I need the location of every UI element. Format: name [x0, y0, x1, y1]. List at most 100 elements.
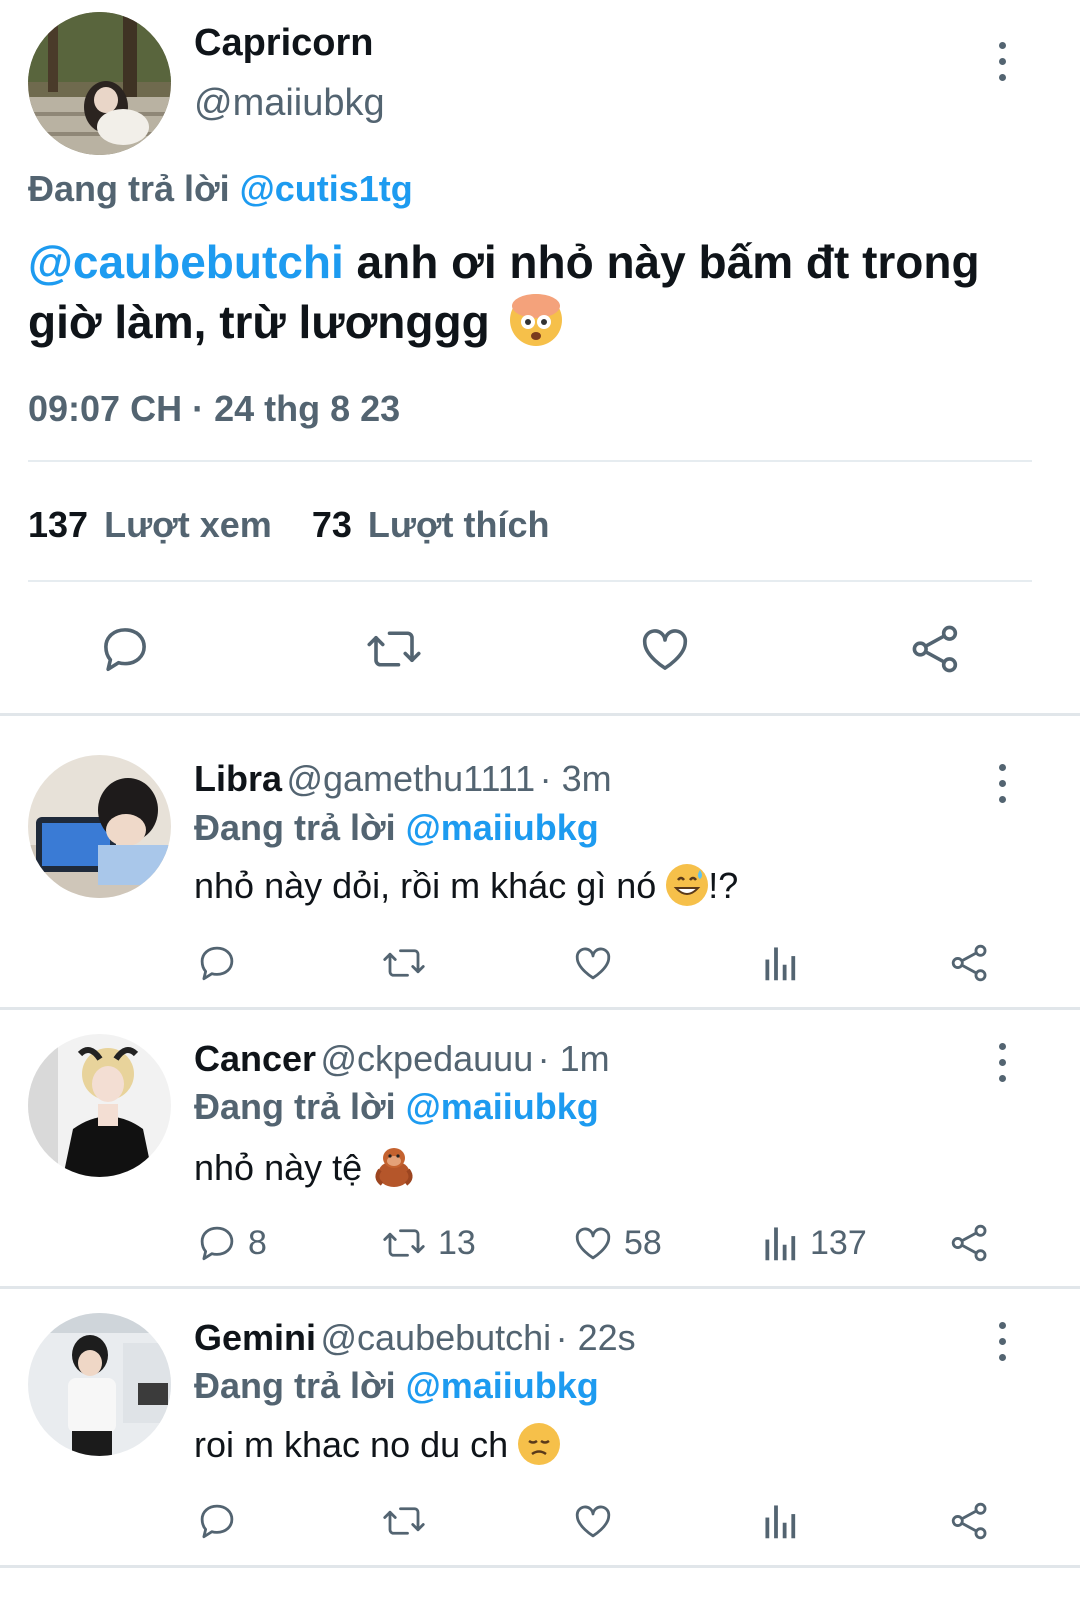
mention-link[interactable]: @caubebutchi: [28, 236, 344, 288]
replying-to-line: Đang trả lời @maiiubkg: [194, 807, 599, 849]
disappointed-face-emoji-icon: [518, 1423, 561, 1465]
share-icon: [951, 1502, 987, 1540]
reply-display-name[interactable]: Cancer: [194, 1038, 316, 1079]
reply-button[interactable]: 8: [196, 1222, 267, 1264]
reply-text: roi m khac no du ch: [194, 1423, 561, 1466]
more-options-icon[interactable]: [996, 1322, 1008, 1361]
like-count: 58: [624, 1223, 662, 1262]
replying-to-prefix: Đang trả lời: [194, 807, 396, 848]
retweet-count: 13: [438, 1223, 476, 1262]
section-divider: [0, 713, 1080, 716]
grinning-sweat-emoji-icon: [666, 864, 709, 906]
more-options-icon[interactable]: [996, 764, 1008, 803]
bar-chart-icon: [765, 1505, 796, 1539]
main-handle[interactable]: @maiiubkg: [194, 82, 385, 125]
retweet-button[interactable]: [380, 942, 438, 984]
views-button[interactable]: [762, 1500, 810, 1542]
views-count: 137: [28, 504, 89, 545]
likes-count[interactable]: 73: [312, 504, 352, 545]
likes-label[interactable]: Lượt thích: [368, 504, 550, 545]
speech-bubble-icon: [200, 1504, 234, 1539]
retweet-icon: [367, 631, 421, 667]
retweet-icon: [383, 949, 425, 977]
section-divider: [0, 1007, 1080, 1010]
heart-icon: [575, 1227, 611, 1260]
retweet-icon: [383, 1229, 425, 1257]
share-button[interactable]: [948, 942, 992, 984]
replying-to-line: Đang trả lời @maiiubkg: [194, 1365, 599, 1407]
reply-display-name[interactable]: Gemini: [194, 1317, 316, 1358]
reply-text: nhỏ này dỏi, rồi m khác gì nó !?: [194, 864, 738, 907]
more-options-icon[interactable]: [996, 1043, 1008, 1082]
reply-handle[interactable]: @ckpedauuu: [321, 1038, 534, 1079]
like-button[interactable]: [572, 1500, 624, 1542]
retweet-button[interactable]: [380, 1500, 438, 1542]
main-avatar[interactable]: [28, 12, 171, 155]
divider: [28, 580, 1032, 582]
share-button[interactable]: [948, 1222, 992, 1264]
main-tweet-text: @caubebutchi anh ơi nhỏ này bấm đt trong…: [28, 232, 1038, 352]
exploding-head-emoji-icon: [510, 294, 563, 346]
reply-header: Cancer @ckpedauuu · 1m: [194, 1038, 610, 1080]
views-button[interactable]: 137: [762, 1222, 867, 1264]
bar-chart-icon: [765, 947, 796, 981]
reply-time: · 22s: [555, 1317, 636, 1358]
reply-body-suffix: !?: [708, 865, 739, 906]
share-icon: [951, 944, 987, 982]
reply-text: nhỏ này tệ: [194, 1144, 416, 1197]
section-divider: [0, 1565, 1080, 1568]
bar-chart-icon: [765, 1227, 796, 1261]
speech-bubble-icon: [200, 946, 234, 981]
reply-body: nhỏ này tệ: [194, 1147, 373, 1188]
replying-to-prefix: Đang trả lời: [28, 168, 230, 209]
views-count: 137: [810, 1223, 867, 1262]
replying-to-line: Đang trả lời @cutis1tg: [28, 168, 413, 210]
reply-body: roi m khac no du ch: [194, 1424, 519, 1465]
share-icon: [951, 1224, 987, 1262]
share-button[interactable]: [908, 622, 964, 681]
like-button[interactable]: [638, 622, 692, 681]
reply-button[interactable]: [196, 942, 248, 984]
reply-handle[interactable]: @gamethu1111: [286, 758, 535, 799]
replying-to-prefix: Đang trả lời: [194, 1086, 396, 1127]
replying-to-prefix: Đang trả lời: [194, 1365, 396, 1406]
replying-to-link[interactable]: @maiiubkg: [406, 1086, 599, 1127]
reply-header: Libra @gamethu1111 · 3m: [194, 758, 612, 800]
reply-body: nhỏ này dỏi, rồi m khác gì nó: [194, 865, 667, 906]
replying-to-link[interactable]: @maiiubkg: [406, 807, 599, 848]
heart-icon: [642, 629, 688, 670]
section-divider: [0, 1286, 1080, 1289]
main-display-name[interactable]: Capricorn: [194, 22, 373, 65]
views-label: Lượt xem: [104, 504, 272, 545]
retweet-icon: [383, 1507, 425, 1535]
reply-button[interactable]: [98, 622, 152, 681]
reply-display-name[interactable]: Libra: [194, 758, 282, 799]
reply-handle[interactable]: @caubebutchi: [320, 1317, 551, 1358]
like-button[interactable]: [572, 942, 624, 984]
tweet-timestamp[interactable]: 09:07 CH · 24 thg 8 23: [28, 388, 400, 430]
retweet-button[interactable]: [364, 622, 424, 681]
replying-to-link[interactable]: @cutis1tg: [240, 168, 413, 209]
engagement-stats: 137 Lượt xem 73 Lượt thích: [28, 504, 550, 546]
reply-count: 8: [248, 1223, 267, 1262]
share-button[interactable]: [948, 1500, 992, 1542]
speech-bubble-icon: [200, 1226, 234, 1261]
orangutan-emoji-icon: [372, 1144, 416, 1197]
retweet-button[interactable]: 13: [380, 1222, 476, 1264]
replying-to-link[interactable]: @maiiubkg: [406, 1365, 599, 1406]
replying-to-line: Đang trả lời @maiiubkg: [194, 1086, 599, 1128]
speech-bubble-icon: [104, 628, 146, 672]
reply-avatar[interactable]: [28, 1313, 171, 1456]
views-button[interactable]: [762, 942, 810, 984]
divider: [28, 460, 1032, 462]
reply-time: · 1m: [537, 1038, 610, 1079]
reply-avatar[interactable]: [28, 1034, 171, 1177]
heart-icon: [575, 947, 611, 980]
reply-header: Gemini @caubebutchi · 22s: [194, 1317, 636, 1359]
reply-avatar[interactable]: [28, 755, 171, 898]
more-options-icon[interactable]: [996, 42, 1008, 81]
heart-icon: [575, 1505, 611, 1538]
reply-time: · 3m: [539, 758, 612, 799]
reply-button[interactable]: [196, 1500, 248, 1542]
like-button[interactable]: 58: [572, 1222, 662, 1264]
